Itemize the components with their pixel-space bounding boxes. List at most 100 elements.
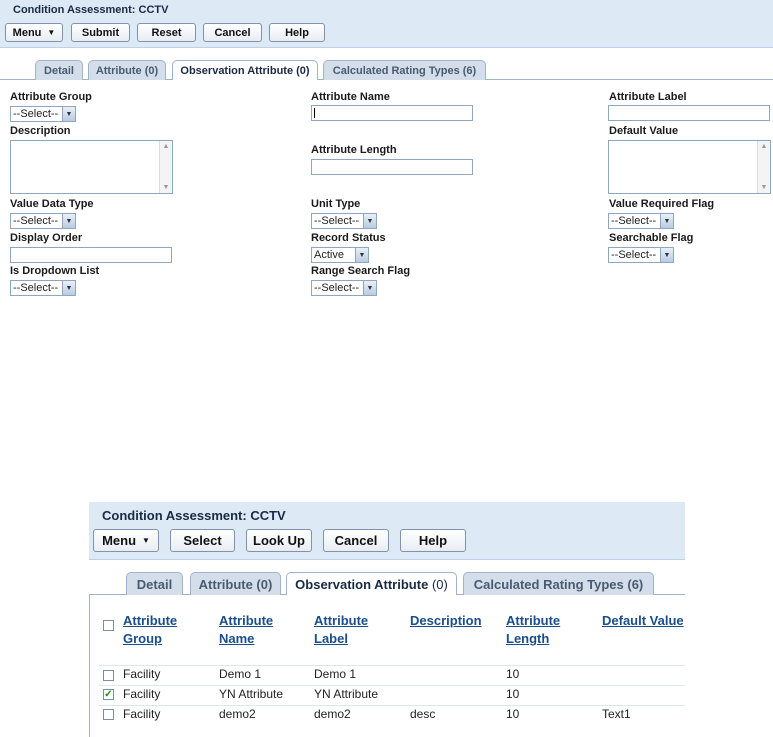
attribute-label-label: Attribute Label	[609, 91, 687, 103]
tab-calculated-rating-types[interactable]: Calculated Rating Types (6)	[323, 60, 486, 80]
tab-detail[interactable]: Detail	[35, 60, 83, 80]
attribute-group-select[interactable]: --Select-- ▼	[10, 106, 76, 122]
cell-attribute-label: demo2	[314, 707, 351, 721]
observation-attribute-list: Condition Assessment: CCTV Menu ▼ Select …	[89, 502, 685, 737]
col-attribute-name-line1: Attribute	[219, 613, 274, 628]
check-icon: ✓	[104, 688, 113, 700]
col-attribute-length-line2: Length	[506, 631, 550, 646]
chevron-down-icon: ▼	[62, 107, 75, 121]
col-attribute-group-line1: Attribute	[123, 613, 178, 628]
attribute-length-input[interactable]	[311, 159, 473, 175]
searchable-flag-select[interactable]: --Select-- ▼	[608, 247, 674, 263]
attribute-group-value: --Select--	[13, 108, 59, 120]
row-checkbox[interactable]	[103, 670, 114, 681]
chevron-down-icon: ▼	[62, 214, 75, 228]
scroll-up-icon: ▲	[162, 143, 170, 150]
attribute-name-label: Attribute Name	[311, 91, 390, 103]
row-checkbox[interactable]	[103, 709, 114, 720]
col-attribute-label-line2: Label	[314, 631, 348, 646]
col-default-value[interactable]: Default Value	[602, 612, 684, 630]
attribute-length-label: Attribute Length	[311, 144, 397, 156]
description-label: Description	[10, 125, 71, 137]
scrollbar[interactable]: ▲ ▼	[159, 141, 172, 193]
col-attribute-label-line1: Attribute	[314, 613, 369, 628]
description-textarea[interactable]: ▲ ▼	[10, 140, 173, 194]
cancel-button[interactable]: Cancel	[203, 23, 262, 42]
select-all-checkbox[interactable]	[103, 620, 114, 631]
cancel-button[interactable]: Cancel	[323, 529, 389, 552]
is-dropdown-list-value: --Select--	[13, 282, 59, 294]
tab-calculated-rating-types[interactable]: Calculated Rating Types (6)	[463, 572, 654, 595]
tab-attribute[interactable]: Attribute (0)	[190, 572, 281, 595]
select-button[interactable]: Select	[170, 529, 235, 552]
value-data-type-label: Value Data Type	[10, 198, 94, 210]
menu-button[interactable]: Menu ▼	[5, 23, 63, 42]
cell-description: desc	[410, 707, 436, 721]
tab-observation-label: Observation Attribute	[295, 576, 429, 592]
attribute-name-input[interactable]	[311, 105, 473, 121]
col-attribute-length-line1: Attribute	[506, 613, 561, 628]
value-required-flag-label: Value Required Flag	[609, 198, 715, 210]
menu-button[interactable]: Menu ▼	[93, 529, 159, 552]
cell-attribute-label: Demo 1	[314, 667, 357, 681]
value-required-flag-select[interactable]: --Select-- ▼	[608, 213, 674, 229]
cell-attribute-group: Facility	[123, 667, 161, 681]
cell-attribute-name: Demo 1	[219, 667, 262, 681]
searchable-flag-label: Searchable Flag	[609, 232, 694, 244]
tab-observation-count: (0)	[431, 576, 448, 592]
cell-attribute-length: 10	[506, 707, 520, 721]
value-required-flag-value: --Select--	[611, 215, 657, 227]
scroll-down-icon: ▼	[162, 184, 170, 191]
submit-button[interactable]: Submit	[71, 23, 130, 42]
attribute-label-input[interactable]	[608, 105, 770, 121]
range-search-flag-label: Range Search Flag	[311, 265, 411, 277]
reset-button[interactable]: Reset	[137, 23, 196, 42]
default-value-textarea[interactable]: ▲ ▼	[608, 140, 771, 194]
scroll-down-icon: ▼	[760, 184, 768, 191]
col-attribute-group[interactable]: Attribute Group	[123, 612, 177, 648]
col-attribute-name[interactable]: Attribute Name	[219, 612, 273, 648]
text-cursor	[314, 108, 315, 118]
observation-attribute-form: Condition Assessment: CCTV Menu ▼ Submit …	[0, 0, 773, 300]
row-divider	[99, 665, 685, 666]
tab-attribute[interactable]: Attribute (0)	[88, 60, 166, 80]
tab-detail[interactable]: Detail	[126, 572, 183, 595]
range-search-flag-select[interactable]: --Select-- ▼	[311, 280, 377, 296]
cell-attribute-group: Facility	[123, 687, 161, 701]
look-up-button[interactable]: Look Up	[246, 529, 312, 552]
is-dropdown-list-select[interactable]: --Select-- ▼	[10, 280, 76, 296]
caret-down-icon: ▼	[47, 28, 56, 37]
tab-observation-attribute[interactable]: Observation Attribute (0)	[286, 572, 457, 595]
scrollbar[interactable]: ▲ ▼	[757, 141, 770, 193]
attribute-grid	[89, 595, 685, 737]
attribute-group-label: Attribute Group	[10, 91, 92, 103]
cell-attribute-group: Facility	[123, 707, 161, 721]
searchable-flag-value: --Select--	[611, 249, 657, 261]
display-order-label: Display Order	[10, 232, 83, 244]
cell-default-value: Text1	[602, 707, 631, 721]
record-status-select[interactable]: Active ▼	[311, 247, 369, 263]
col-attribute-group-line2: Group	[123, 631, 162, 646]
chevron-down-icon: ▼	[660, 214, 673, 228]
col-description[interactable]: Description	[410, 612, 482, 630]
value-data-type-select[interactable]: --Select-- ▼	[10, 213, 76, 229]
unit-type-select[interactable]: --Select-- ▼	[311, 213, 377, 229]
range-search-flag-value: --Select--	[314, 282, 360, 294]
cell-attribute-name: YN Attribute	[219, 687, 284, 701]
page-title: Condition Assessment: CCTV	[13, 4, 169, 16]
display-order-input[interactable]	[10, 247, 172, 263]
row-checkbox[interactable]: ✓	[103, 689, 114, 700]
chevron-down-icon: ▼	[62, 281, 75, 295]
row-divider	[99, 685, 685, 686]
tab-observation-attribute[interactable]: Observation Attribute (0)	[172, 60, 318, 80]
col-attribute-length[interactable]: Attribute Length	[506, 612, 560, 648]
col-attribute-label[interactable]: Attribute Label	[314, 612, 368, 648]
value-data-type-value: --Select--	[13, 215, 59, 227]
page-title: Condition Assessment: CCTV	[102, 508, 286, 523]
help-button[interactable]: Help	[400, 529, 466, 552]
cell-attribute-label: YN Attribute	[314, 687, 379, 701]
menu-button-label: Menu	[102, 533, 137, 548]
help-button[interactable]: Help	[269, 23, 325, 42]
cell-attribute-name: demo2	[219, 707, 256, 721]
scroll-up-icon: ▲	[760, 143, 768, 150]
